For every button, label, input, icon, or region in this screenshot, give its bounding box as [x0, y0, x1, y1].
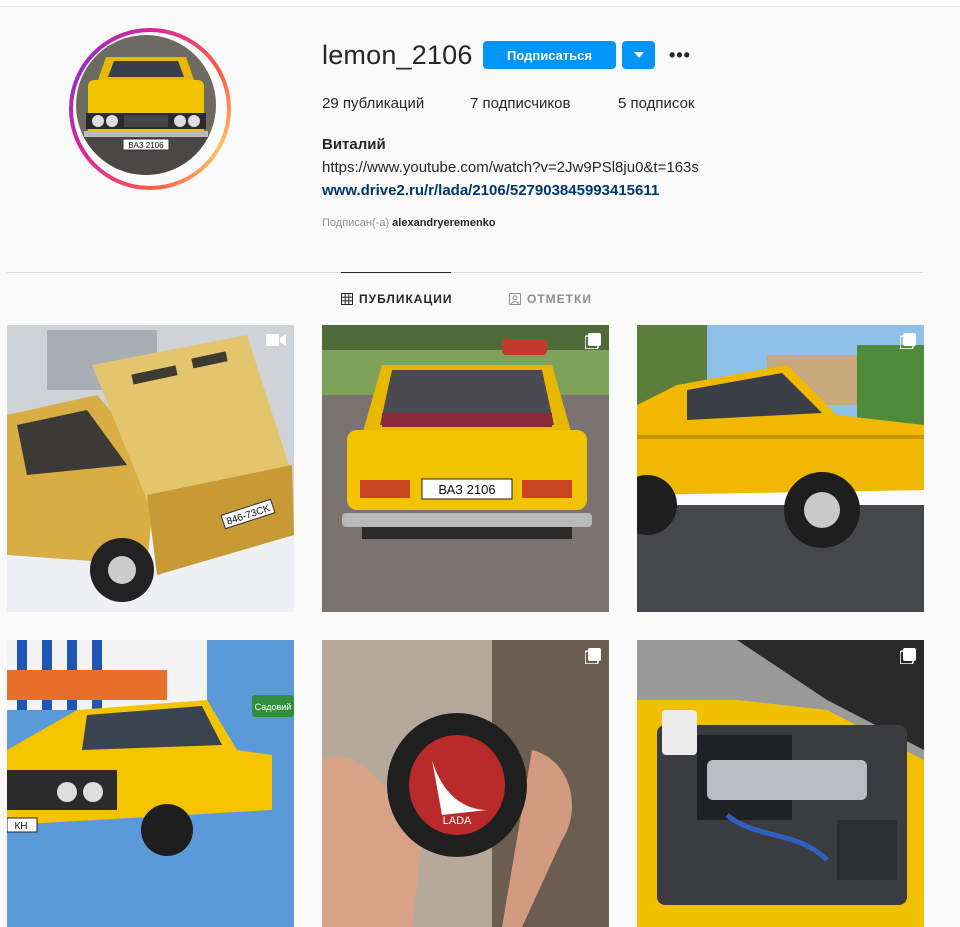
carousel-icon: [900, 648, 916, 664]
following-count[interactable]: 5 подписок: [618, 95, 694, 112]
post-image-lada-knob: LADA: [322, 640, 609, 927]
bio-text: https://www.youtube.com/watch?v=2Jw9PSl8…: [322, 159, 699, 176]
carousel-icon: [585, 333, 601, 349]
video-camera-icon: [266, 334, 286, 346]
follow-button[interactable]: Подписаться: [483, 41, 616, 69]
carousel-icon: [585, 648, 601, 664]
post-thumbnail-3[interactable]: [637, 325, 924, 612]
post-4-sign: Садовий: [255, 702, 292, 712]
post-thumbnail-2[interactable]: ВАЗ 2106: [322, 325, 609, 612]
suggested-dropdown-button[interactable]: [622, 41, 655, 69]
post-thumbnail-4[interactable]: Садовий КН: [7, 640, 294, 927]
posts-count: 29 публикаций: [322, 95, 425, 112]
post-image-side-view: [637, 325, 924, 612]
profile-username: lemon_2106: [322, 40, 473, 70]
post-4-plate: КН: [14, 821, 27, 832]
active-tab-indicator: [341, 272, 451, 273]
post-image-rear-view: ВАЗ 2106: [322, 325, 609, 612]
profile-avatar[interactable]: ВАЗ 2106: [69, 28, 231, 190]
avatar-plate: ВАЗ 2106: [128, 141, 164, 150]
followed-by[interactable]: Подписан(-а) alexandryeremenko: [322, 217, 496, 229]
bio-full-name: Виталий: [322, 136, 386, 153]
post-2-plate: ВАЗ 2106: [438, 482, 495, 497]
post-thumbnail-6[interactable]: [637, 640, 924, 927]
followed-by-prefix: Подписан(-а): [322, 217, 390, 229]
tab-posts-label: ПУБЛИКАЦИИ: [359, 292, 453, 306]
carousel-icon: [900, 333, 916, 349]
chevron-down-icon: [633, 52, 644, 58]
top-nav-edge: [0, 0, 960, 7]
grid-icon: [341, 293, 353, 305]
post-thumbnail-5[interactable]: LADA: [322, 640, 609, 927]
post-image-engine-bay: [637, 640, 924, 927]
more-options-button[interactable]: •••: [665, 45, 695, 65]
avatar-photo: ВАЗ 2106: [76, 35, 216, 175]
followers-count[interactable]: 7 подписчиков: [470, 95, 570, 112]
tabs-divider: [7, 272, 923, 273]
tab-tagged[interactable]: ОТМЕТКИ: [509, 292, 592, 306]
post-image-hood-open: 846-73CK: [7, 325, 294, 612]
tab-posts[interactable]: ПУБЛИКАЦИИ: [341, 292, 452, 306]
tab-tagged-label: ОТМЕТКИ: [527, 292, 592, 306]
followed-by-user: alexandryeremenko: [392, 217, 496, 229]
post-image-front-shop: Садовий КН: [7, 640, 294, 927]
tagged-user-icon: [509, 293, 521, 305]
bio-website-link[interactable]: www.drive2.ru/r/lada/2106/52790384599341…: [322, 182, 659, 199]
post-5-logo-text: LADA: [443, 815, 472, 827]
post-thumbnail-1[interactable]: 846-73CK: [7, 325, 294, 612]
